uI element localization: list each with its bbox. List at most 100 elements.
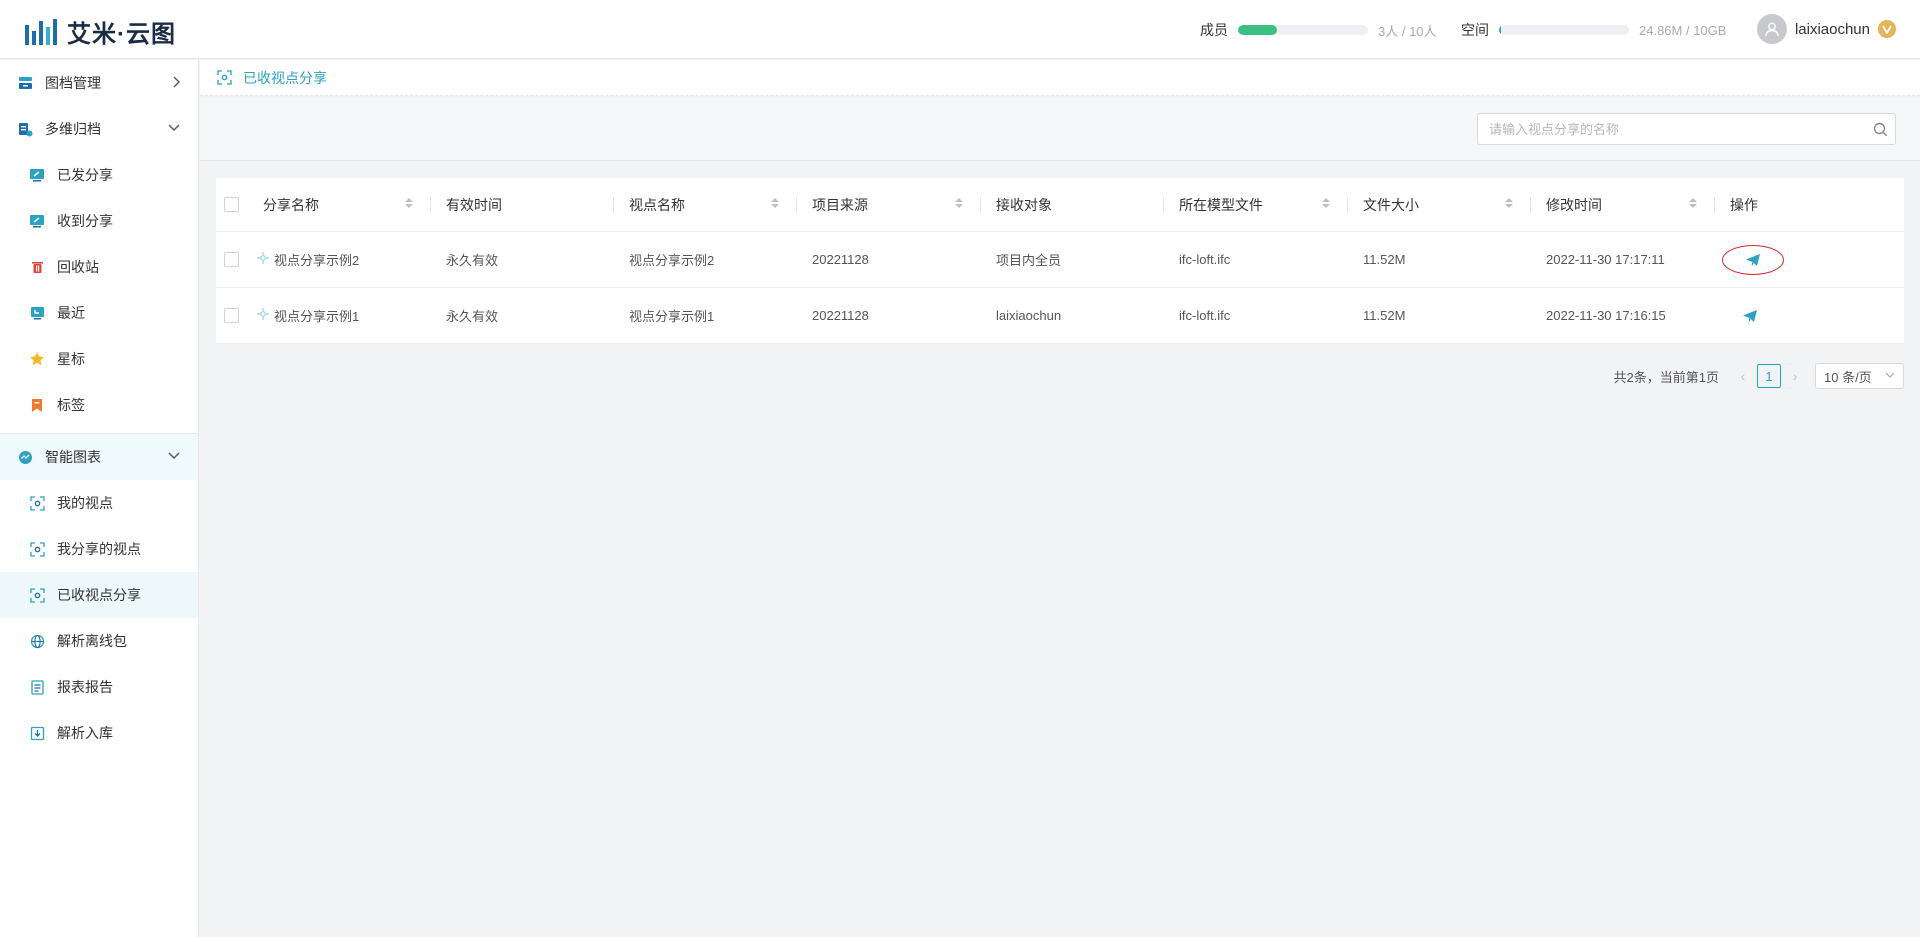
avatar[interactable]: [1756, 14, 1787, 44]
share-name-cell: 视点分享示例1: [248, 288, 431, 343]
share-table: 分享名称 有效时间 视点名称 项目来源 接收对象 所在模型文件 文件大小 修改时…: [216, 178, 1904, 344]
app-logo[interactable]: 艾米·云图: [25, 14, 176, 49]
page-size-select[interactable]: 10 条/页: [1815, 363, 1904, 389]
table-row[interactable]: 视点分享示例1 永久有效 视点分享示例1 20221128 laixiaochu…: [216, 288, 1904, 344]
sidebar-item-reports[interactable]: 报表报告: [0, 664, 198, 710]
col-project-source[interactable]: 项目来源: [797, 178, 981, 231]
send-button[interactable]: [1722, 244, 1784, 275]
send-button[interactable]: [1730, 303, 1770, 329]
sidebar-item-tag[interactable]: 标签: [0, 382, 198, 428]
member-usage: 成员 3人 / 10人: [1200, 20, 1437, 40]
modified-time-cell: 2022-11-30 17:17:11: [1546, 252, 1665, 267]
model-file-cell: ifc-loft.ifc: [1179, 252, 1231, 267]
sidebar-item-trash[interactable]: 回收站: [0, 244, 198, 290]
share-name[interactable]: 视点分享示例1: [274, 306, 359, 325]
recent-icon: [29, 305, 45, 321]
file-size-cell: 11.52M: [1363, 252, 1406, 267]
prev-page-icon[interactable]: ‹: [1733, 368, 1753, 384]
space-label: 空间: [1461, 22, 1489, 38]
chevron-right-icon: [171, 75, 181, 92]
sidebar-group-label: 图档管理: [45, 75, 101, 91]
pagination: 共2条，当前第1页 ‹ 1 › 10 条/页: [1614, 363, 1904, 389]
sort-icon[interactable]: [405, 198, 413, 208]
sort-icon[interactable]: [1689, 198, 1697, 208]
model-file-cell: ifc-loft.ifc: [1179, 308, 1231, 323]
user-menu[interactable]: laixiaochun: [1756, 14, 1896, 44]
sidebar-item-my-viewpoints[interactable]: 我的视点: [0, 480, 198, 526]
viewpoint-icon: [29, 495, 45, 511]
sidebar: 图档管理 多维归档 已发分享 收到分享 回收站 最近 星标 标签 智能图表 我的…: [0, 60, 199, 937]
sidebar-item-label: 星标: [57, 351, 85, 367]
col-share-name[interactable]: 分享名称: [248, 178, 431, 231]
sidebar-item-received-share[interactable]: 收到分享: [0, 198, 198, 244]
sidebar-group-archive[interactable]: 图档管理: [0, 60, 198, 106]
row-checkbox[interactable]: [224, 252, 239, 267]
valid-time-cell: 永久有效: [446, 253, 499, 268]
sidebar-item-label: 收到分享: [57, 213, 113, 229]
column-header: 分享名称: [263, 196, 319, 213]
sidebar-group-smart-chart[interactable]: 智能图表: [0, 434, 198, 480]
pagination-summary: 共2条，当前第1页: [1613, 369, 1719, 385]
sidebar-item-label: 解析入库: [57, 725, 113, 741]
col-viewpoint-name[interactable]: 视点名称: [614, 178, 797, 231]
breadcrumb: 已收视点分享: [200, 60, 1920, 96]
sort-icon[interactable]: [1322, 198, 1330, 208]
column-header: 项目来源: [812, 196, 868, 213]
sidebar-item-recent[interactable]: 最近: [0, 290, 198, 336]
receiver-cell: 项目内全员: [996, 253, 1062, 268]
archive-icon: [17, 75, 33, 91]
paper-plane-icon: [1746, 253, 1760, 266]
globe-icon: [29, 633, 45, 649]
column-header: 文件大小: [1363, 196, 1419, 213]
logo-bars-icon: [25, 18, 57, 45]
share-name-cell: 视点分享示例2: [248, 232, 431, 287]
column-header: 视点名称: [629, 196, 685, 213]
username: laixiaochun: [1794, 20, 1870, 38]
search-bar-area: [200, 97, 1920, 161]
row-checkbox[interactable]: [224, 308, 239, 323]
sidebar-item-label: 已收视点分享: [57, 587, 141, 603]
sidebar-item-label: 标签: [57, 397, 85, 413]
sidebar-group-multi-archive[interactable]: 多维归档: [0, 106, 198, 152]
space-usage: 空间 24.86M / 10GB: [1461, 20, 1726, 40]
app-title: 艾米·云图: [67, 21, 176, 48]
sort-icon[interactable]: [955, 198, 963, 208]
table-header: 分享名称 有效时间 视点名称 项目来源 接收对象 所在模型文件 文件大小 修改时…: [216, 178, 1904, 232]
project-source-cell: 20221128: [812, 252, 869, 267]
breadcrumb-label[interactable]: 已收视点分享: [243, 68, 327, 88]
sidebar-item-my-shared-viewpoints[interactable]: 我分享的视点: [0, 526, 198, 572]
col-receiver: 接收对象: [981, 178, 1164, 231]
tag-icon: [29, 397, 45, 413]
sidebar-item-offline-package[interactable]: 解析离线包: [0, 618, 198, 664]
chevron-down-icon: [1885, 368, 1895, 385]
sidebar-item-label: 最近: [57, 305, 85, 321]
sidebar-item-label: 已发分享: [57, 167, 113, 183]
actions-cell: [1715, 232, 1904, 287]
search-box: [1477, 113, 1896, 145]
sidebar-item-star[interactable]: 星标: [0, 336, 198, 382]
viewpoint-icon: [29, 541, 45, 557]
select-all-checkbox[interactable]: [224, 197, 239, 212]
sidebar-item-import[interactable]: 解析入库: [0, 710, 198, 756]
star-icon: [29, 351, 45, 367]
space-progress-bar: [1499, 25, 1629, 35]
sort-icon[interactable]: [1505, 198, 1513, 208]
page-button-current[interactable]: 1: [1757, 364, 1781, 388]
search-input[interactable]: [1489, 121, 1865, 137]
next-page-icon[interactable]: ›: [1785, 368, 1805, 384]
table-row[interactable]: 视点分享示例2 永久有效 视点分享示例2 20221128 项目内全员 ifc-…: [216, 232, 1904, 288]
share-name[interactable]: 视点分享示例2: [274, 250, 359, 269]
col-model-file[interactable]: 所在模型文件: [1164, 178, 1348, 231]
member-progress-bar: [1238, 25, 1368, 35]
col-file-size[interactable]: 文件大小: [1348, 178, 1531, 231]
sidebar-item-sent-share[interactable]: 已发分享: [0, 152, 198, 198]
sort-icon[interactable]: [771, 198, 779, 208]
search-icon[interactable]: [1865, 122, 1895, 137]
col-modified-time[interactable]: 修改时间: [1531, 178, 1715, 231]
chevron-down-icon: [167, 121, 181, 138]
file-size-cell: 11.52M: [1363, 308, 1406, 323]
vip-badge-icon: [1878, 20, 1896, 38]
smart-chart-icon: [17, 449, 33, 465]
sidebar-item-label: 我的视点: [57, 495, 113, 511]
sidebar-item-received-viewpoint-shares[interactable]: 已收视点分享: [0, 572, 198, 618]
